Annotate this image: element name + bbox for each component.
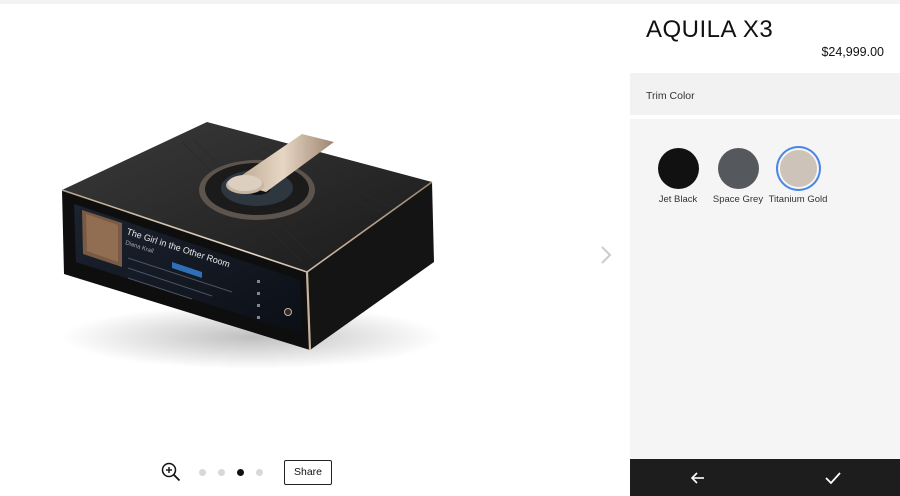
slide-dot-3[interactable] (237, 468, 244, 476)
trim-color-option[interactable]: Trim Color (630, 73, 900, 119)
panel-footer (630, 459, 900, 496)
arrow-left-icon (690, 471, 704, 484)
swatch-color-circle (657, 148, 699, 189)
swatch-space-grey[interactable]: Space Grey (708, 148, 768, 206)
zoom-in-icon[interactable] (160, 461, 182, 483)
gallery-controls: Share (160, 458, 332, 486)
option-label: Trim Color (646, 90, 695, 102)
slide-dot-1[interactable] (199, 468, 206, 476)
product-gallery: The Girl in the Other Room Diana Krall S… (0, 4, 630, 496)
product-title: AQUILA X3 (646, 16, 774, 43)
product-price: $24,999.00 (821, 45, 884, 59)
slide-indicators (199, 468, 275, 476)
product-header: AQUILA X3 $24,999.00 (630, 4, 900, 73)
swatch-label: Titanium Gold (768, 194, 828, 205)
swatch-titanium-gold[interactable]: Titanium Gold (768, 148, 828, 206)
color-swatches: Jet Black Space Grey Titanium Gold (630, 148, 900, 206)
back-button[interactable] (630, 459, 765, 496)
swatch-color-circle (717, 148, 759, 189)
confirm-button[interactable] (765, 459, 900, 496)
slide-dot-2[interactable] (218, 468, 225, 476)
swatch-jet-black[interactable]: Jet Black (648, 148, 708, 206)
swatch-label: Jet Black (658, 194, 698, 205)
next-image-chevron-icon[interactable] (596, 242, 616, 268)
slide-dot-4[interactable] (256, 468, 263, 476)
check-icon (824, 471, 841, 484)
product-image: The Girl in the Other Room Diana Krall (61, 122, 442, 369)
swatch-label: Space Grey (712, 194, 764, 205)
share-button[interactable]: Share (284, 459, 332, 485)
configurator-panel: AQUILA X3 $24,999.00 Trim Color Jet Blac… (630, 4, 900, 496)
swatch-color-circle-selected (779, 150, 817, 187)
